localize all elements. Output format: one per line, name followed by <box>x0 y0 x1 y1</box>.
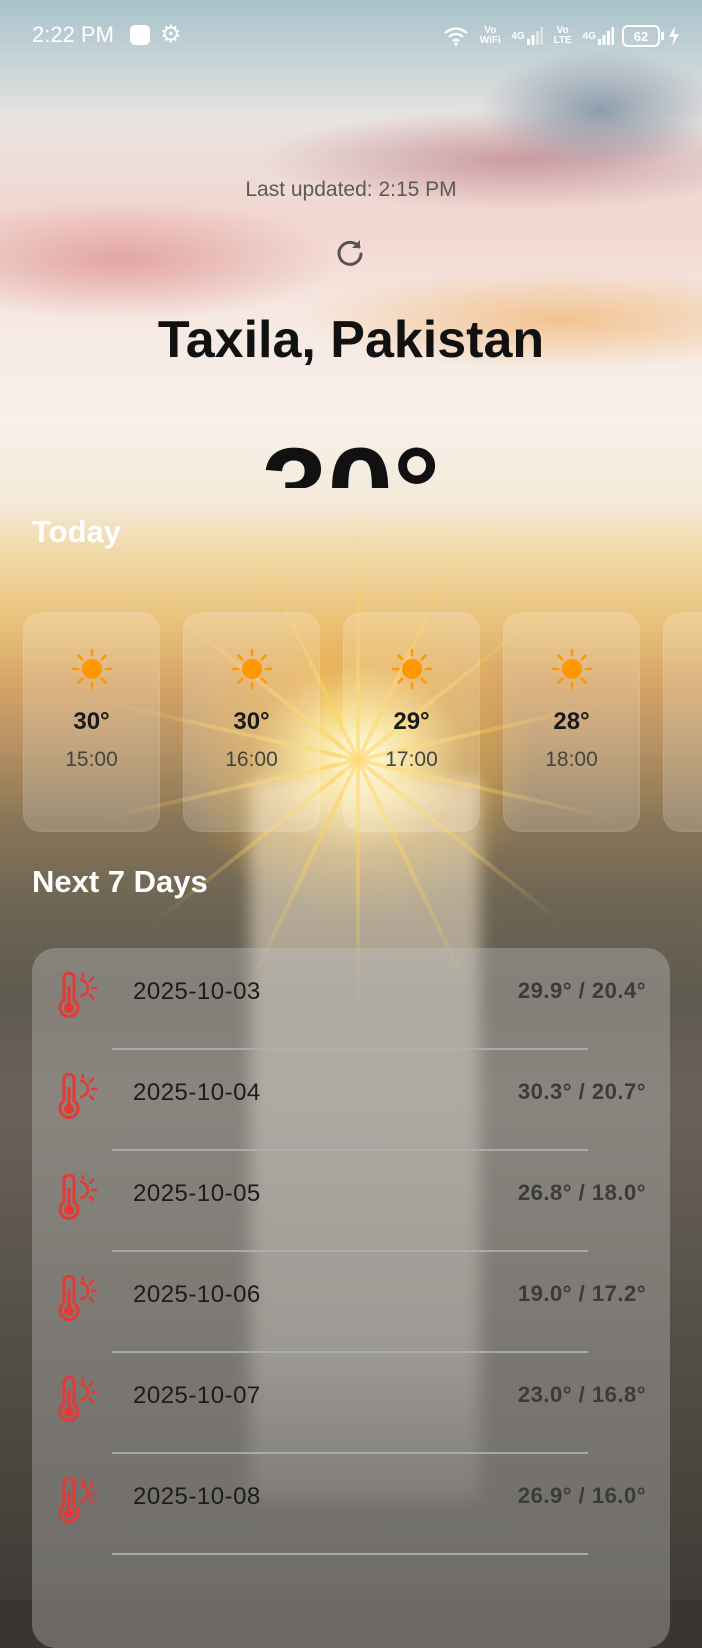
wifi-icon <box>443 26 469 46</box>
hourly-card[interactable]: 30° 16:00 <box>183 612 320 832</box>
daily-row[interactable]: 2025-10-07 23.0° / 16.8° <box>32 1352 670 1454</box>
refresh-icon <box>337 240 363 266</box>
daily-row[interactable]: 2025-10-05 26.8° / 18.0° <box>32 1150 670 1252</box>
daily-date: 2025-10-07 <box>133 1382 261 1409</box>
daily-row[interactable]: 2025-10-06 19.0° / 17.2° <box>32 1251 670 1353</box>
signal-2: 4G <box>583 27 614 45</box>
hourly-card[interactable]: 30° 15:00 <box>23 612 160 832</box>
volte-label: Vo LTE <box>553 25 572 46</box>
status-icons: Vo WiFi 4G Vo LTE 4G 62 <box>443 22 680 50</box>
signal-bars-1-icon <box>526 27 543 45</box>
sun-icon <box>503 648 640 690</box>
daily-date: 2025-10-04 <box>133 1079 261 1106</box>
refresh-button[interactable] <box>333 236 367 270</box>
thermometer-sun-icon <box>58 972 98 1018</box>
settings-gear-icon: ⚙ <box>160 21 182 48</box>
last-updated-text: Last updated: 2:15 PM <box>245 178 457 201</box>
hourly-card-partial[interactable] <box>663 612 702 832</box>
next-7-days-title: Next 7 Days <box>32 864 208 899</box>
hourly-forecast-list[interactable]: 30° 15:00 30° 16:00 29° 17:00 28° 18:00 <box>23 612 702 832</box>
sun-icon <box>23 648 160 690</box>
network-type-1: 4G <box>511 30 525 42</box>
daily-temp-range: 29.9° / 20.4° <box>517 978 646 1003</box>
hourly-card[interactable]: 29° 17:00 <box>343 612 480 832</box>
daily-temp-range: 26.9° / 16.0° <box>517 1483 646 1508</box>
thermometer-sun-icon <box>58 1174 98 1220</box>
daily-row[interactable]: 2025-10-04 30.3° / 20.7° <box>32 1049 670 1151</box>
notification-square-icon <box>130 25 150 45</box>
status-time: 2:22 PM <box>32 22 114 47</box>
charging-bolt-icon <box>668 26 680 46</box>
signal-1: 4G <box>511 27 543 45</box>
daily-row[interactable]: 2025-10-03 29.9° / 20.4° <box>32 948 670 1050</box>
daily-date: 2025-10-05 <box>133 1180 261 1207</box>
hourly-temp: 30° <box>233 708 270 735</box>
hourly-temp: 29° <box>393 708 430 735</box>
daily-temp-range: 23.0° / 16.8° <box>517 1382 646 1407</box>
sun-icon <box>183 648 320 690</box>
daily-date: 2025-10-08 <box>133 1483 261 1510</box>
hourly-time: 18:00 <box>545 748 598 771</box>
hourly-temp: 28° <box>553 708 590 735</box>
daily-date: 2025-10-06 <box>133 1281 261 1308</box>
hourly-time: 16:00 <box>225 748 278 771</box>
daily-forecast-card: 2025-10-03 29.9° / 20.4° 2025-10-04 30.3… <box>32 948 670 1648</box>
sun-icon <box>343 648 480 690</box>
daily-temp-range: 30.3° / 20.7° <box>517 1079 646 1104</box>
signal-bars-2-icon <box>598 27 614 45</box>
thermometer-sun-icon <box>58 1477 98 1523</box>
hourly-temp: 30° <box>73 708 110 735</box>
vowifi-label: Vo WiFi <box>479 25 501 46</box>
daily-temp-range: 26.8° / 18.0° <box>517 1180 646 1205</box>
current-temp: 30° <box>0 420 702 488</box>
hourly-time: 15:00 <box>65 748 118 771</box>
thermometer-sun-icon <box>58 1073 98 1119</box>
daily-temp-range: 19.0° / 17.2° <box>517 1281 646 1306</box>
city-name: Taxila, Pakistan <box>157 311 545 369</box>
hourly-card[interactable]: 28° 18:00 <box>503 612 640 832</box>
daily-date: 2025-10-03 <box>133 978 261 1005</box>
hourly-time: 17:00 <box>385 748 438 771</box>
thermometer-sun-icon <box>58 1376 98 1422</box>
current-temp-container: 30° <box>0 420 702 488</box>
daily-row[interactable]: 2025-10-08 26.9° / 16.0° <box>32 1453 670 1555</box>
status-bar: 2:22 PM ⚙ Vo WiFi 4G Vo LTE 4G 62 <box>0 0 702 70</box>
divider <box>112 1553 588 1555</box>
thermometer-sun-icon <box>58 1275 98 1321</box>
today-title: Today <box>32 514 121 549</box>
battery-indicator: 62 <box>622 25 664 47</box>
network-type-2: 4G <box>582 30 596 42</box>
